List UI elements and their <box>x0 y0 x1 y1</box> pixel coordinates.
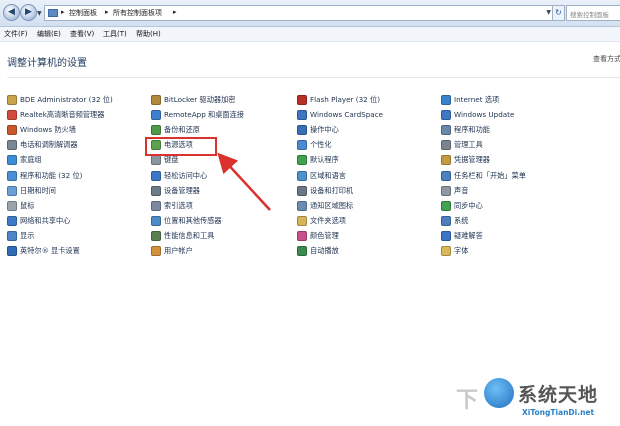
watermark-text: 系统天地 <box>518 384 599 406</box>
watermark: 下 系统天地 XiTongTianDi.net <box>456 372 620 426</box>
annotation-arrow <box>217 152 271 211</box>
watermark-logo-icon <box>484 378 514 408</box>
watermark-url: XiTongTianDi.net <box>522 408 595 417</box>
watermark-ghost-text: 下 <box>456 388 479 413</box>
